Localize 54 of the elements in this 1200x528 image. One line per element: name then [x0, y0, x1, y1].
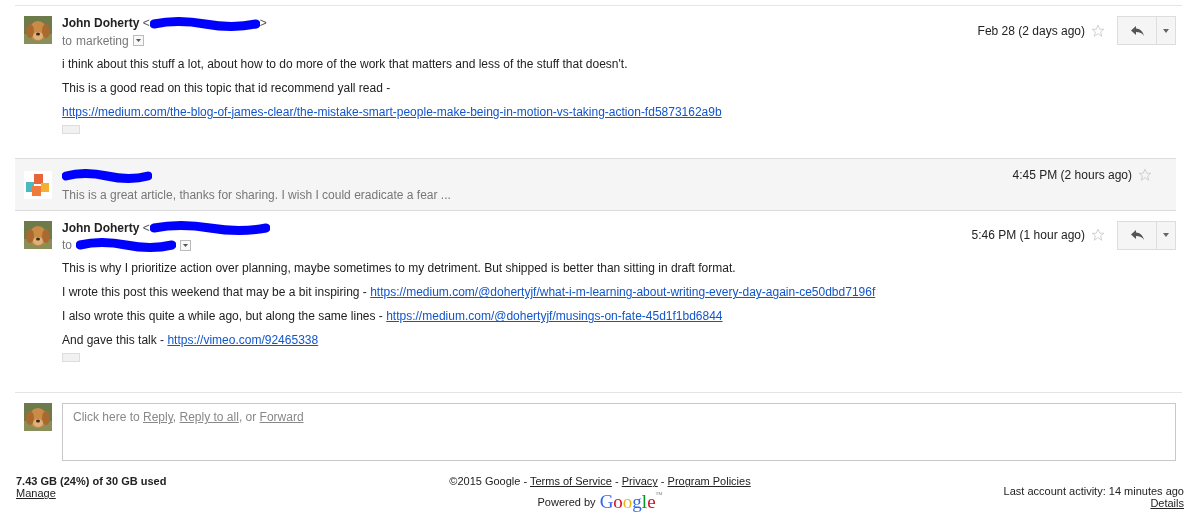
reply-link[interactable]: Reply	[143, 410, 173, 425]
message-link[interactable]: https://vimeo.com/92465338	[167, 333, 319, 348]
email-bracket: >	[259, 16, 267, 30]
copyright-text: ©2015 Google -	[449, 475, 529, 488]
details-dropdown[interactable]	[180, 240, 191, 251]
reply-button[interactable]	[1117, 16, 1157, 45]
reply-all-link[interactable]: Reply to all	[179, 410, 239, 425]
message-paragraph: This is why I prioritize action over planning, maybe sometimes to my detriment. But shipped is better than sitting in draft format.	[62, 261, 737, 276]
separator-text: -	[613, 475, 620, 488]
message-link[interactable]: https://medium.com/@dohertyjf/musings-on-fate-45d1f1bd6844	[386, 309, 723, 324]
sender-name: John Doherty	[62, 220, 140, 235]
message-link[interactable]: https://medium.com/@dohertyjf/what-i-m-learning-about-writing-every-day-again-ce50dbd7196f	[370, 285, 876, 300]
show-trimmed-button[interactable]	[62, 124, 80, 134]
recipient-label: to	[62, 33, 72, 48]
email-bracket: <	[142, 16, 150, 30]
message-paragraph: I wrote this post this weekend that may be a bit inspiring - https://medium.com/@dohertyjf/what-i-m-learning-about-writing-every-day-again-ce50dbd7196f	[62, 285, 877, 300]
more-button[interactable]	[1157, 16, 1176, 45]
star-icon[interactable]	[1091, 23, 1105, 38]
reply-icon	[1130, 230, 1144, 241]
details-dropdown[interactable]	[132, 35, 144, 47]
details-link[interactable]: Details	[1150, 497, 1184, 510]
caret-icon	[135, 39, 141, 43]
forward-link[interactable]: Forward	[259, 410, 304, 425]
message-paragraph: And gave this talk - https://vimeo.com/92465338	[62, 333, 320, 348]
email-bracket: <	[142, 220, 150, 235]
message-snippet[interactable]: This is a great article, thanks for sharing. I wish I could eradicate a fear ...	[62, 187, 1013, 202]
recipient-label: to	[62, 238, 72, 253]
powered-by-text: Powered by	[537, 496, 596, 509]
manage-link[interactable]: Manage	[16, 487, 56, 500]
show-trimmed-button[interactable]	[62, 353, 80, 363]
message-date: Feb 28 (2 days ago)	[977, 23, 1085, 38]
reply-icon	[1130, 25, 1144, 36]
sender-name: John Doherty	[62, 16, 140, 30]
reply-button[interactable]	[1117, 220, 1157, 250]
caret-icon	[183, 244, 188, 247]
separator-text: -	[659, 475, 666, 488]
recipient-name: marketing	[76, 33, 129, 48]
account-activity: Last account activity: 14 minutes ago	[1002, 485, 1184, 498]
more-button[interactable]	[1157, 220, 1176, 250]
caret-icon	[1163, 28, 1169, 33]
privacy-link[interactable]: Privacy	[621, 475, 658, 488]
message-link[interactable]: https://medium.com/the-blog-of-james-clear/the-mistake-smart-people-make-being-in-motion-vs-taking-action-fd5873162a9b	[62, 104, 722, 119]
star-icon[interactable]	[1091, 228, 1105, 243]
storage-usage: 7.43 GB (24%) of 30 GB used	[16, 475, 168, 488]
star-icon[interactable]	[1138, 167, 1152, 182]
policies-link[interactable]: Program Policies	[667, 475, 751, 488]
message-paragraph: I also wrote this quite a while ago, but along the same lines - https://medium.com/@dohertyjf/musings-on-fate-45d1f1bd6844	[62, 309, 724, 324]
message-paragraph: This is a good read on this topic that id recommend yall read -	[62, 80, 392, 95]
message-date: 5:46 PM (1 hour ago)	[971, 228, 1085, 243]
message-paragraph: i think about this stuff a lot, about how to do more of the work that matters and less of the stuff that doesn't.	[62, 56, 629, 71]
message-date: 4:45 PM (2 hours ago)	[1012, 167, 1132, 182]
terms-link[interactable]: Terms of Service	[530, 475, 612, 488]
reply-field[interactable]: Click here to Reply, Reply to all, or Forward	[62, 403, 1176, 462]
caret-icon	[1163, 233, 1169, 238]
